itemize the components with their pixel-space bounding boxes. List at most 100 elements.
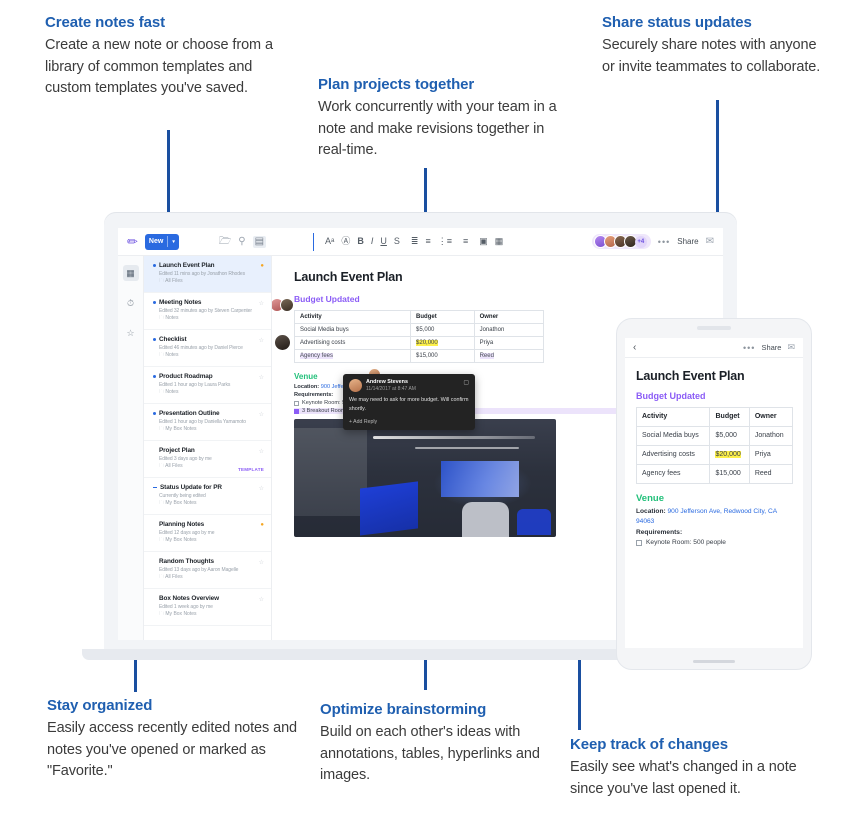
folder-icon[interactable]: 🗁 — [219, 236, 231, 247]
favorite-star-icon[interactable]: ☆ — [259, 448, 264, 455]
note-list-item[interactable]: Presentation Outline Edited 1 hour ago by… — [144, 404, 271, 441]
highlighted-value: $20,000 — [416, 340, 438, 346]
avatar[interactable] — [280, 298, 294, 312]
bulleted-list-icon[interactable]: ⋮≡ — [438, 237, 452, 246]
unread-dot-icon — [153, 264, 156, 267]
photo-display-wall — [440, 461, 520, 497]
callout-plan-projects-together: Plan projects together Work concurrently… — [318, 75, 568, 162]
search-icon[interactable]: ⚲ — [238, 236, 245, 247]
share-button[interactable]: Share — [677, 237, 698, 246]
chevron-down-icon[interactable]: ▾ — [172, 239, 175, 245]
note-list-item[interactable]: Random Thoughts Edited 13 days ago by Aar… — [144, 552, 271, 589]
phone-speaker — [697, 326, 731, 330]
favorite-star-icon[interactable]: ☆ — [259, 300, 264, 307]
note-list-item[interactable]: Launch Event Plan Edited 11 mins ago by J… — [144, 256, 271, 293]
favorite-star-icon[interactable]: ● — [260, 522, 264, 528]
image-icon[interactable]: ▣ — [479, 237, 488, 246]
note-item-title: Presentation Outline — [159, 410, 220, 417]
comment-popup[interactable]: Andrew Stevens 11/14/2017 at 8:47 AM ▢ W… — [343, 374, 475, 430]
highlighted-value: $20,000 — [715, 451, 741, 458]
trash-icon[interactable]: ▢ — [463, 379, 469, 386]
favorite-star-icon[interactable]: ☆ — [259, 485, 264, 492]
unread-dot-icon — [153, 597, 156, 600]
avatar[interactable] — [274, 334, 291, 351]
add-reply-button[interactable]: + Add Reply — [349, 419, 469, 425]
table-row: Social Media buys $5,000 Jonathon — [293, 323, 545, 337]
unread-dot-icon — [153, 560, 156, 563]
requirement-item[interactable]: Keynote Room: 500 people — [636, 539, 793, 546]
callout-optimize-brainstorming: Optimize brainstorming Build on each oth… — [320, 700, 555, 787]
table-cell: Advertising costs — [293, 336, 412, 350]
comment-icon[interactable]: ✉ — [706, 236, 714, 247]
table-cell-value: Social Media buys — [642, 432, 699, 439]
note-list-item[interactable]: Project Plan Edited 3 days ago by me 🗀 All… — [144, 441, 271, 478]
numbered-list-icon[interactable]: ≡ — [425, 237, 430, 246]
note-subheading: Budget Updated — [636, 391, 706, 401]
callout-title: Share status updates — [602, 14, 752, 31]
note-item-title: Project Plan — [159, 447, 195, 454]
recents-clock-icon[interactable]: ⏱ — [123, 295, 139, 311]
requirement-label: 3 Breakout Rooms — [302, 408, 349, 414]
checkbox-icon[interactable] — [294, 400, 299, 406]
font-size-icon[interactable]: Aᵃ — [325, 237, 334, 246]
table-cell-value: Reed — [479, 353, 494, 359]
checkbox-icon[interactable] — [294, 408, 299, 414]
table-cell-value: Jonathon — [479, 327, 505, 333]
comment-body: We may need to ask for more budget. Will… — [349, 397, 469, 412]
table-row: Agency fees $15,000 Reed — [635, 464, 794, 484]
table-cell: Priya — [473, 336, 545, 350]
note-list-item[interactable]: Status Update for PR Currently being edit… — [144, 478, 271, 515]
favorite-star-icon[interactable]: ☆ — [259, 337, 264, 344]
callout-body: Easily access recently edited notes and … — [47, 720, 297, 779]
bold-icon[interactable]: B — [357, 237, 364, 246]
all-files-icon[interactable]: ▦ — [122, 265, 139, 281]
avatar-overflow-count[interactable]: +4 — [634, 235, 647, 248]
table-cell: $5,000 — [709, 426, 750, 446]
unread-dot-icon — [153, 412, 156, 415]
new-note-button[interactable]: New ▾ — [144, 233, 179, 250]
note-list-item[interactable]: Product Roadmap Edited 1 hour ago by Laur… — [144, 367, 271, 404]
table-cell: $5,000 — [410, 323, 475, 337]
favorite-star-icon[interactable]: ● — [260, 263, 264, 269]
note-list-item[interactable]: Checklist Edited 46 minutes ago by Daniel… — [144, 330, 271, 367]
back-icon[interactable]: ‹ — [633, 342, 636, 353]
underline-icon[interactable]: U — [380, 237, 387, 246]
table-icon[interactable]: ▦ — [495, 237, 504, 246]
photo-light-strip — [414, 447, 520, 450]
align-icon[interactable]: ≡ — [463, 237, 468, 246]
more-options-icon[interactable]: ••• — [658, 237, 670, 247]
note-item-title: Status Update for PR — [160, 484, 222, 491]
comment-timestamp: 11/14/2017 at 8:47 AM — [366, 386, 416, 392]
note-item-folder: 🗀 My Box Notes — [159, 500, 197, 506]
favorite-star-icon[interactable]: ☆ — [259, 374, 264, 381]
strikethrough-icon[interactable]: S — [394, 237, 400, 246]
more-options-icon[interactable]: ••• — [743, 343, 755, 353]
callout-title: Plan projects together — [318, 76, 475, 93]
template-badge: TEMPLATE — [237, 467, 264, 472]
checkbox-icon[interactable] — [636, 539, 642, 546]
callout-body: Work concurrently with your team in a no… — [318, 99, 557, 158]
note-list-item[interactable]: Planning Notes Edited 12 days ago by me 🗀 … — [144, 515, 271, 552]
location-label: Location: — [636, 508, 666, 515]
favorite-star-icon[interactable]: ☆ — [259, 411, 264, 418]
checklist-icon[interactable]: ≣ — [411, 237, 419, 246]
avatar — [349, 379, 362, 392]
share-button[interactable]: Share — [761, 343, 781, 352]
note-list-item[interactable]: Box Notes Overview Edited 1 week ago by m… — [144, 589, 271, 626]
collaborator-avatars[interactable]: +4 — [591, 234, 651, 249]
venue-location: Location: 900 Jefferson Ave, Redwood Cit… — [636, 507, 793, 526]
table-cell-value: $15,000 — [416, 353, 438, 359]
comment-icon[interactable]: ✉ — [787, 342, 795, 353]
favorites-star-icon[interactable]: ☆ — [123, 325, 139, 341]
photo-chair — [461, 501, 509, 537]
text-color-icon[interactable]: Ⓐ — [341, 237, 350, 246]
italic-icon[interactable]: I — [371, 237, 374, 246]
notes-list[interactable]: Launch Event Plan Edited 11 mins ago by J… — [144, 256, 272, 640]
phone-note[interactable]: Launch Event Plan Budget Updated Activit… — [625, 358, 803, 546]
venue-heading: Venue — [636, 493, 664, 504]
note-list-item[interactable]: Meeting Notes Edited 32 minutes ago by St… — [144, 293, 271, 330]
favorite-star-icon[interactable]: ☆ — [259, 596, 264, 603]
favorite-star-icon[interactable]: ☆ — [259, 559, 264, 566]
sidebar-toggle-icon[interactable]: ▤ — [252, 235, 267, 248]
table-body: Social Media buys $5,000 Jonathon Advertisi… — [293, 323, 545, 363]
